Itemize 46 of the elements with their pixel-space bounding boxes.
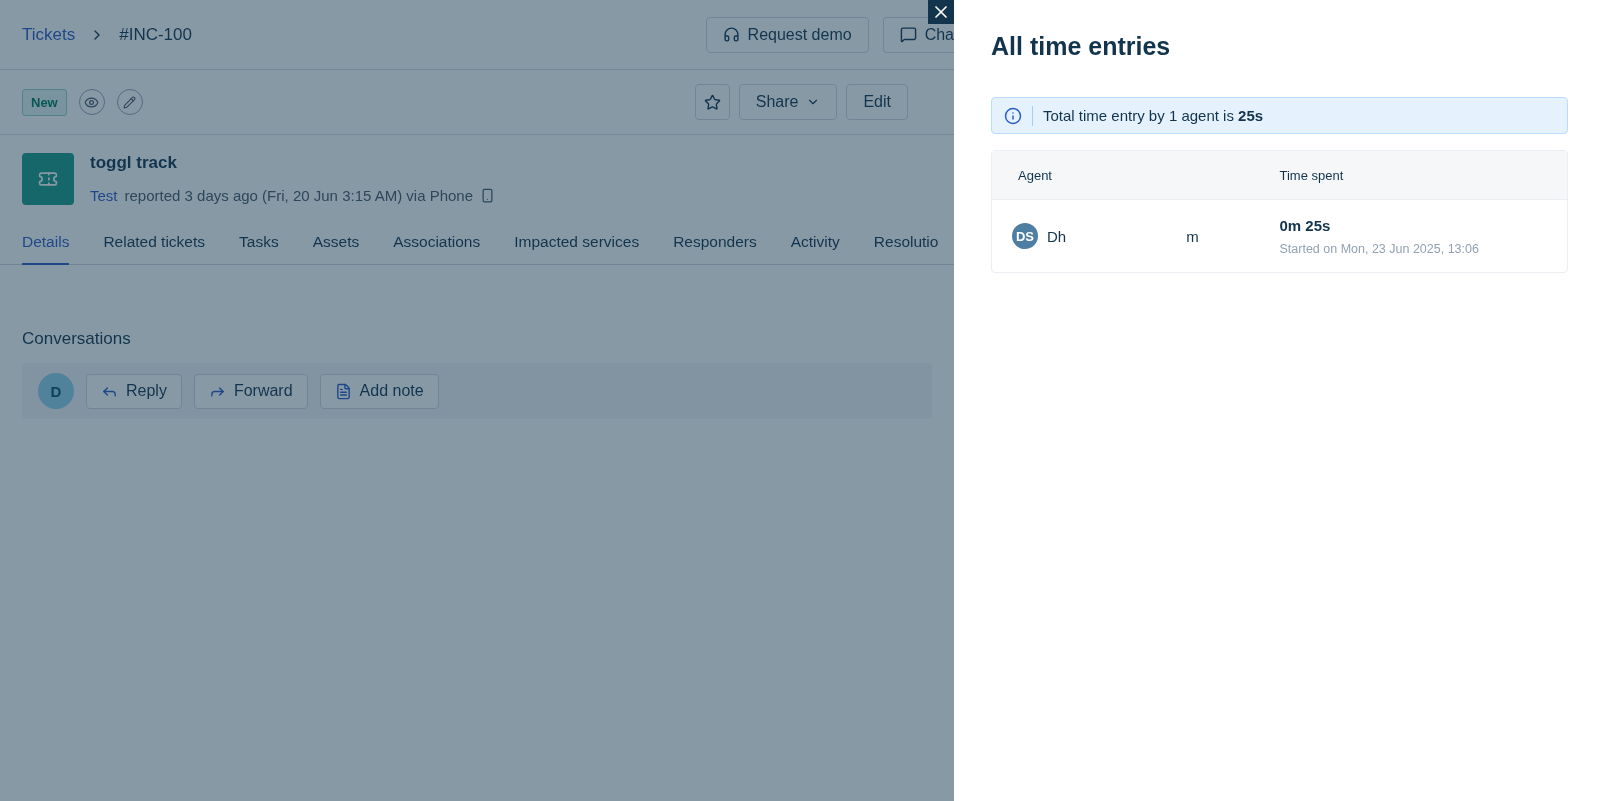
requester-link[interactable]: Test	[90, 187, 118, 204]
star-icon	[703, 93, 721, 111]
action-button[interactable]: Forward	[193, 373, 308, 409]
agent-avatar: DS	[1012, 223, 1038, 249]
ticket-title: toggl track	[90, 153, 178, 173]
ticket-id: #INC-100	[119, 24, 192, 45]
eye-icon	[84, 94, 100, 110]
status-badge: New	[22, 88, 67, 116]
column-header: Agent	[1017, 167, 1053, 183]
tab[interactable]: Assets	[312, 219, 360, 265]
toolbar-button[interactable]: Edit	[846, 84, 908, 120]
ticket-icon	[22, 153, 74, 205]
edit-button[interactable]	[116, 89, 143, 115]
tab[interactable]: Tasks	[239, 219, 279, 265]
tab[interactable]: Activity	[790, 219, 840, 265]
tab[interactable]: Responders	[673, 219, 757, 265]
header-button[interactable]: Request demo	[705, 16, 869, 53]
action-button[interactable]: Add note	[319, 373, 439, 409]
time-spent: 0m 25s	[1279, 216, 1332, 234]
section-title: Conversations	[21, 328, 132, 350]
agent-name: m	[1186, 227, 1199, 245]
star-button[interactable]	[694, 84, 730, 120]
headset-icon	[722, 26, 740, 43]
chat-icon	[899, 26, 917, 43]
note-icon	[334, 382, 352, 400]
agent-name: Dh	[1047, 227, 1067, 245]
tab[interactable]: Details	[22, 219, 70, 265]
watch-button[interactable]	[78, 89, 105, 115]
tab[interactable]: Impacted services	[514, 219, 640, 265]
close-button[interactable]	[928, 0, 954, 24]
avatar: D	[38, 373, 74, 409]
start-time: Started on Mon, 23 Jun 2025, 13:06	[1279, 241, 1480, 256]
action-button[interactable]: Reply	[86, 373, 182, 409]
info-icon	[1004, 106, 1022, 125]
tab[interactable]: Associations	[393, 219, 481, 265]
column-header: Time spent	[1279, 167, 1345, 183]
summary-text: Total time entry by 1 agent is 25s	[1043, 107, 1264, 124]
tab[interactable]: Resolutio	[873, 219, 939, 265]
header-button[interactable]: Cha	[882, 16, 954, 53]
phone-icon	[480, 188, 496, 203]
tab[interactable]: Related tickets	[103, 219, 206, 265]
drawer-title: All time entries	[991, 32, 1172, 61]
pencil-icon	[123, 95, 137, 109]
tickets-link[interactable]: Tickets	[22, 24, 76, 45]
ticket-meta: reported 3 days ago (Fri, 20 Jun 3:15 AM) via Phone	[124, 187, 474, 204]
toolbar-button[interactable]: Share	[738, 84, 838, 120]
